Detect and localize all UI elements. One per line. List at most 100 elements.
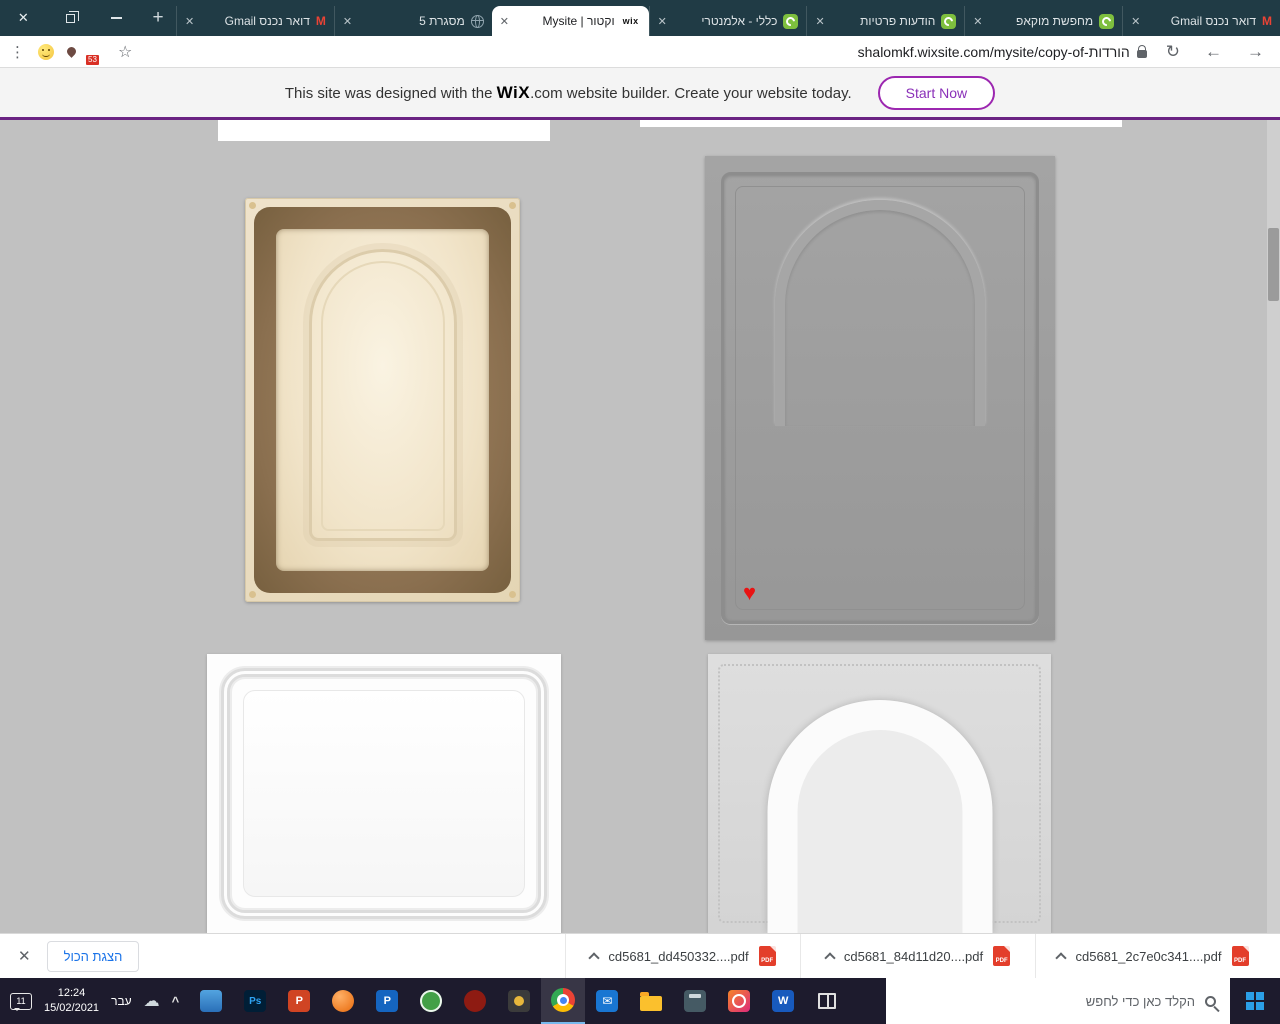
taskbar-search-box[interactable]: הקלד כאן כדי לחפש xyxy=(886,978,1230,1024)
tab-close-icon[interactable]: ✕ xyxy=(1131,15,1140,28)
tab-gmail-1[interactable]: ✕ דואר נכנס Gmail M xyxy=(176,6,334,36)
red-app-icon[interactable] xyxy=(453,978,497,1024)
green-app-glyph xyxy=(420,990,443,1012)
download-menu-chevron-icon[interactable] xyxy=(1055,951,1068,964)
banner-text-suffix: .com website builder. Create your websit… xyxy=(530,84,852,102)
tab-label: מחפשת מוקאפ xyxy=(1016,14,1094,28)
onedrive-cloud-icon[interactable]: ☁ xyxy=(144,991,160,1011)
gold-app-icon[interactable] xyxy=(497,978,541,1024)
beige-frame-border xyxy=(254,207,511,593)
bookmark-star-icon[interactable]: ☆ xyxy=(118,42,132,62)
wix-favicon: wix xyxy=(622,16,639,26)
green-app-icon[interactable] xyxy=(409,978,453,1024)
tab-frame5[interactable]: ✕ מסגרת 5 xyxy=(333,6,492,36)
pinned-extension-icon[interactable] xyxy=(65,45,78,58)
download-filename: cd5681_84d11d20....pdf xyxy=(843,948,984,964)
notification-center-icon[interactable]: 11 xyxy=(10,992,32,1011)
camera-app-icon[interactable] xyxy=(717,978,761,1024)
gmail-favicon: M xyxy=(315,14,326,28)
downloads-bar: ✕ הצגת הכול cd5681_dd450332....pdf PDF c… xyxy=(0,933,1280,978)
browser-menu-icon[interactable]: ⋮ xyxy=(10,43,25,61)
wix-logo: WiX xyxy=(496,82,531,102)
frame-image-arch[interactable] xyxy=(708,654,1051,933)
taskbar-apps: Ps P P ✉ W xyxy=(189,978,849,1024)
camera-app-glyph xyxy=(728,990,751,1012)
tab-label: Mysite | וקטור xyxy=(542,14,615,28)
forward-button[interactable]: → xyxy=(1241,42,1270,62)
language-indicator[interactable]: עבר xyxy=(111,994,132,1008)
orange-app-icon[interactable] xyxy=(321,978,365,1024)
forum-favicon xyxy=(1099,13,1115,29)
url-text[interactable]: shalomkf.wixsite.com/mysite/copy-of-הורד… xyxy=(858,44,1130,60)
banner-text: This site was designed with the WiX.com … xyxy=(285,83,852,103)
download-item[interactable]: cd5681_2c7e0c341....pdf PDF xyxy=(1035,934,1270,978)
photoshop-icon[interactable]: Ps xyxy=(233,978,277,1024)
taskbar-clock[interactable]: 12:24 15/02/2021 xyxy=(44,986,99,1016)
download-menu-chevron-icon[interactable] xyxy=(588,951,601,964)
tab-mysite-active[interactable]: ✕ Mysite | וקטור wix xyxy=(491,6,649,36)
lock-icon[interactable] xyxy=(1136,49,1147,58)
frame-image-beige[interactable] xyxy=(245,198,520,602)
chrome-icon[interactable] xyxy=(541,978,586,1024)
extension-with-badge[interactable]: 53 xyxy=(85,44,105,66)
card-bottom-strip-right xyxy=(640,120,1122,127)
frame-image-silver[interactable] xyxy=(207,654,561,933)
file-explorer-icon[interactable] xyxy=(189,978,233,1024)
window-minimize-button[interactable] xyxy=(93,0,140,36)
tab-gmail-2[interactable]: ✕ דואר נכנס Gmail M xyxy=(1122,6,1280,36)
address-bar[interactable]: shalomkf.wixsite.com/mysite/copy-of-הורד… xyxy=(858,44,1147,60)
tab-close-icon[interactable]: ✕ xyxy=(815,15,824,28)
tab-label: כללי - אלמנטרי xyxy=(701,14,778,28)
download-menu-chevron-icon[interactable] xyxy=(824,951,836,964)
word-glyph: W xyxy=(772,990,795,1012)
word-icon[interactable]: W xyxy=(761,978,805,1024)
powerpoint-icon[interactable]: P xyxy=(277,978,321,1024)
calculator-icon[interactable] xyxy=(673,978,717,1024)
folder-icon[interactable] xyxy=(629,978,673,1024)
forum-favicon xyxy=(941,13,957,29)
gray-arch-ornament xyxy=(775,200,985,426)
tab-label: דואר נכנס Gmail xyxy=(1170,14,1257,28)
window-restore-button[interactable] xyxy=(47,0,94,36)
page-scrollbar[interactable] xyxy=(1267,120,1280,933)
downloads-close-button[interactable]: ✕ xyxy=(10,947,39,965)
tab-close-icon[interactable]: ✕ xyxy=(500,15,509,28)
system-tray: 11 12:24 15/02/2021 עבר ☁ ^ xyxy=(0,986,189,1016)
show-hidden-icons-caret[interactable]: ^ xyxy=(172,994,180,1009)
close-icon: ✕ xyxy=(17,10,29,25)
file-explorer-glyph xyxy=(200,990,223,1012)
smiley-extension-icon[interactable] xyxy=(38,43,54,60)
clock-time: 12:24 xyxy=(57,987,86,1000)
tab-close-icon[interactable]: ✕ xyxy=(973,15,982,28)
start-now-button[interactable]: Start Now xyxy=(877,75,996,110)
tab-strip: ✕ + ✕ דואר נכנס Gmail M ✕ מסגרת 5 ✕ Mysi… xyxy=(0,0,1280,36)
beige-frame-inner xyxy=(276,229,489,571)
tab-label: מסגרת 5 xyxy=(419,14,465,28)
restore-icon xyxy=(65,10,79,23)
photoshop-glyph: Ps xyxy=(244,990,267,1012)
frame-image-gray[interactable]: ♥ xyxy=(705,156,1055,640)
window-close-button[interactable]: ✕ xyxy=(0,0,47,36)
back-button[interactable]: ← xyxy=(1199,42,1228,62)
tab-forum-general[interactable]: ✕ כללי - אלמנטרי xyxy=(648,6,807,36)
tab-close-icon[interactable]: ✕ xyxy=(343,15,352,28)
reload-button[interactable]: ↻ xyxy=(1160,42,1186,62)
download-item[interactable]: cd5681_84d11d20....pdf PDF xyxy=(800,934,1035,978)
new-tab-button[interactable]: + xyxy=(140,0,176,36)
publisher-icon[interactable]: P xyxy=(365,978,409,1024)
task-view-icon[interactable] xyxy=(805,978,849,1024)
start-button[interactable] xyxy=(1230,978,1280,1024)
corner-ornament xyxy=(509,591,516,598)
tab-close-icon[interactable]: ✕ xyxy=(185,15,194,28)
download-item[interactable]: cd5681_dd450332....pdf PDF xyxy=(565,934,800,978)
scrollbar-thumb[interactable] xyxy=(1268,228,1279,301)
tab-close-icon[interactable]: ✕ xyxy=(658,15,667,28)
download-filename: cd5681_dd450332....pdf xyxy=(608,948,749,964)
tab-forum-private-messages[interactable]: ✕ הודעות פרטיות xyxy=(806,6,964,36)
mail-app-icon[interactable]: ✉ xyxy=(585,978,629,1024)
show-all-downloads-button[interactable]: הצגת הכול xyxy=(46,940,140,972)
tab-forum-mockup[interactable]: ✕ מחפשת מוקאפ xyxy=(964,6,1122,36)
orange-app-glyph xyxy=(332,990,355,1012)
white-arch-ornament xyxy=(767,700,992,933)
like-heart-icon[interactable]: ♥ xyxy=(743,582,756,604)
